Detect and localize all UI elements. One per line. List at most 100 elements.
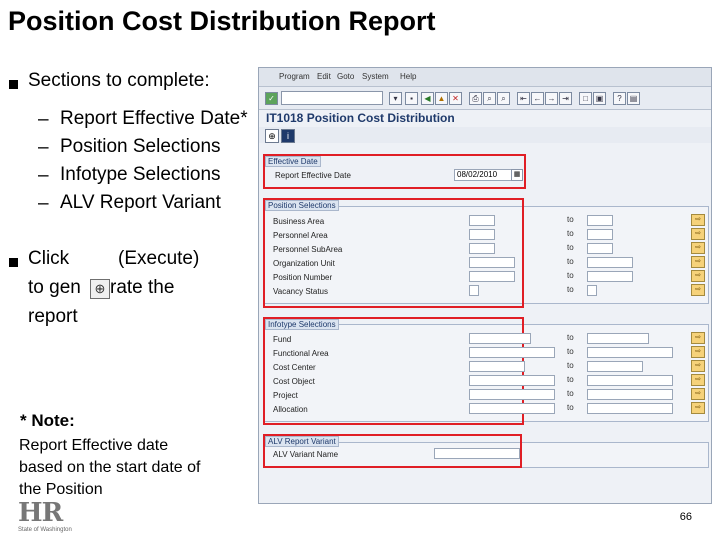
find-icon[interactable]: ⌕ <box>483 92 496 105</box>
multiple-selection-icon[interactable]: ⇨ <box>691 228 705 240</box>
note-heading: * Note: <box>20 411 75 430</box>
multiple-selection-icon[interactable]: ⇨ <box>691 214 705 226</box>
note-line: based on the start date of <box>19 459 201 476</box>
back-icon[interactable]: ◀ <box>421 92 434 105</box>
help-icon[interactable]: ? <box>613 92 626 105</box>
command-field[interactable] <box>281 91 383 105</box>
note-line: the Position <box>19 481 103 498</box>
last-page-icon[interactable]: ⇥ <box>559 92 572 105</box>
multiple-selection-icon[interactable]: ⇨ <box>691 346 705 358</box>
to-label: to <box>567 243 574 252</box>
sap-screenshot: Program Edit Goto System Help ✓ ▾ ▪ ◀ ▲ … <box>258 67 712 504</box>
field-label: Functional Area <box>273 349 329 358</box>
layout-icon[interactable]: ▤ <box>627 92 640 105</box>
field-label: Fund <box>273 335 292 344</box>
execute-icon[interactable]: ⊕ <box>265 129 279 143</box>
from-input[interactable] <box>469 243 495 254</box>
menu-help[interactable]: Help <box>400 72 416 81</box>
menu-program[interactable]: Program <box>279 72 310 81</box>
multiple-selection-icon[interactable]: ⇨ <box>691 284 705 296</box>
menu-bar: Program Edit Goto System Help <box>259 68 711 87</box>
multiple-selection-icon[interactable]: ⇨ <box>691 388 705 400</box>
to-input[interactable] <box>587 347 673 358</box>
from-input[interactable] <box>469 361 525 372</box>
click-instruction-b: (Execute) <box>118 248 200 269</box>
multiple-selection-icon[interactable]: ⇨ <box>691 332 705 344</box>
save-icon[interactable]: ▪ <box>405 92 418 105</box>
to-label: to <box>567 389 574 398</box>
from-input[interactable] <box>469 403 555 414</box>
to-input[interactable] <box>587 285 597 296</box>
cancel-icon[interactable]: ✕ <box>449 92 462 105</box>
multiple-selection-icon[interactable]: ⇨ <box>691 242 705 254</box>
new-session-icon[interactable]: □ <box>579 92 592 105</box>
field-label: Allocation <box>273 405 308 414</box>
field-label: Vacancy Status <box>273 287 328 296</box>
previous-page-icon[interactable]: ← <box>531 92 544 105</box>
shortcut-icon[interactable]: ▣ <box>593 92 606 105</box>
menu-system[interactable]: System <box>362 72 389 81</box>
application-toolbar: ⊕ i <box>259 127 711 143</box>
multiple-selection-icon[interactable]: ⇨ <box>691 360 705 372</box>
multiple-selection-icon[interactable]: ⇨ <box>691 270 705 282</box>
to-input[interactable] <box>587 271 633 282</box>
field-label: Personnel Area <box>273 231 328 240</box>
menu-goto[interactable]: Goto <box>337 72 354 81</box>
position-selections-title: Position Selections <box>265 200 339 211</box>
to-input[interactable] <box>587 403 673 414</box>
to-label: to <box>567 285 574 294</box>
to-input[interactable] <box>587 333 649 344</box>
section-item: Position Selections <box>60 136 221 157</box>
multiple-selection-icon[interactable]: ⇨ <box>691 374 705 386</box>
enter-icon[interactable]: ✓ <box>265 92 278 105</box>
click-instruction-c: to gen <box>28 277 81 298</box>
field-label: Cost Center <box>273 363 316 372</box>
sections-heading: Sections to complete: <box>28 70 210 91</box>
dropdown-icon[interactable]: ▾ <box>389 92 402 105</box>
from-input[interactable] <box>469 215 495 226</box>
from-input[interactable] <box>469 257 515 268</box>
from-input[interactable] <box>469 375 555 386</box>
from-input[interactable] <box>469 347 555 358</box>
to-input[interactable] <box>587 389 673 400</box>
find-next-icon[interactable]: ⌕ <box>497 92 510 105</box>
to-label: to <box>567 347 574 356</box>
field-label: Cost Object <box>273 377 315 386</box>
from-input[interactable] <box>469 271 515 282</box>
field-label: Personnel SubArea <box>273 245 343 254</box>
section-item: ALV Report Variant <box>60 192 221 213</box>
to-input[interactable] <box>587 229 613 240</box>
multiple-selection-icon[interactable]: ⇨ <box>691 256 705 268</box>
exit-icon[interactable]: ▲ <box>435 92 448 105</box>
from-input[interactable] <box>469 333 531 344</box>
report-effective-date-label: Report Effective Date <box>275 171 351 180</box>
to-input[interactable] <box>587 243 613 254</box>
execute-icon[interactable]: ⊕ <box>90 279 110 299</box>
to-input[interactable] <box>587 375 673 386</box>
field-label: Business Area <box>273 217 325 226</box>
standard-toolbar: ✓ ▾ ▪ ◀ ▲ ✕ ⎙ ⌕ ⌕ ⇤ ← → ⇥ □ ▣ ? ▤ <box>259 87 711 110</box>
bullet-marker <box>9 80 18 89</box>
click-instruction-e: report <box>28 306 78 327</box>
section-item: Report Effective Date* <box>60 108 248 129</box>
hr-logo-subtext: State of Washington <box>18 527 72 533</box>
field-label: ALV Variant Name <box>273 450 339 459</box>
multiple-selection-icon[interactable]: ⇨ <box>691 402 705 414</box>
alv-variant-input[interactable] <box>434 448 520 459</box>
menu-edit[interactable]: Edit <box>317 72 331 81</box>
from-input[interactable] <box>469 229 495 240</box>
dash-marker: – <box>38 109 49 130</box>
first-page-icon[interactable]: ⇤ <box>517 92 530 105</box>
print-icon[interactable]: ⎙ <box>469 92 482 105</box>
report-effective-date-input[interactable]: 08/02/2010 <box>454 169 512 181</box>
to-input[interactable] <box>587 361 643 372</box>
next-page-icon[interactable]: → <box>545 92 558 105</box>
calendar-icon[interactable]: ▦ <box>511 169 523 181</box>
from-input[interactable] <box>469 389 555 400</box>
info-icon[interactable]: i <box>281 129 295 143</box>
to-input[interactable] <box>587 215 613 226</box>
field-label: Position Number <box>273 273 333 282</box>
to-input[interactable] <box>587 257 633 268</box>
from-input[interactable] <box>469 285 479 296</box>
click-instruction-d: rate the <box>110 277 175 298</box>
